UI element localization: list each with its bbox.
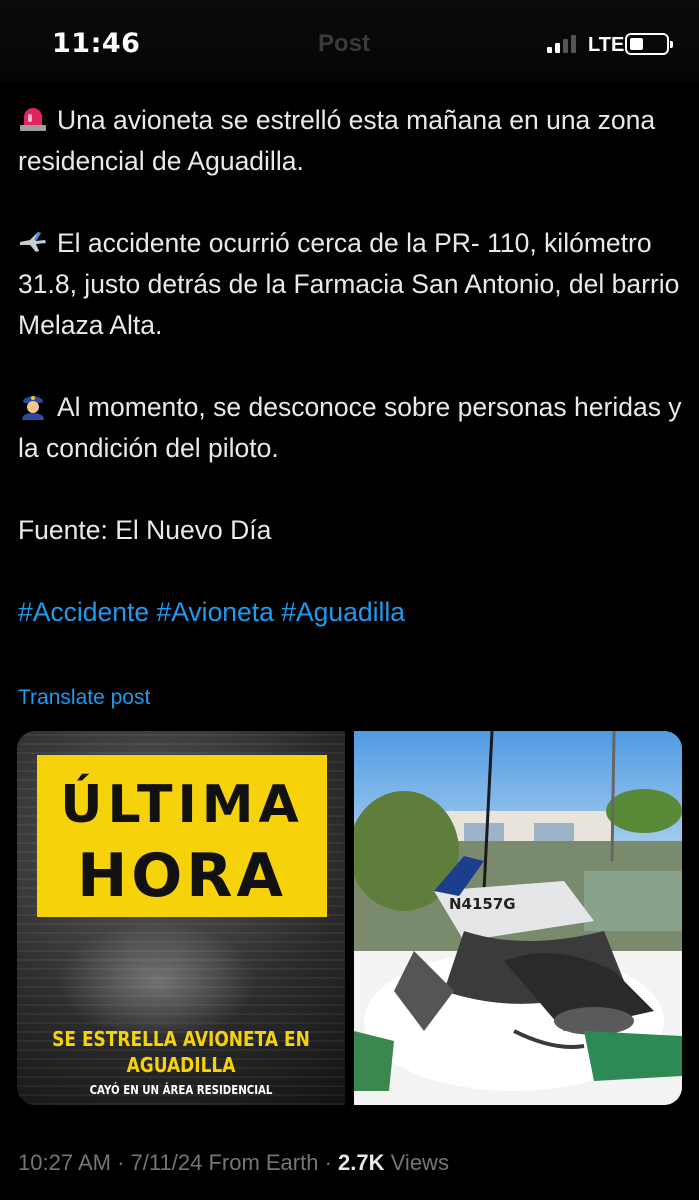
meta-separator: · [117,1150,125,1175]
post-paragraph: Una avioneta se estrelló esta mañana en … [18,100,683,182]
banner-line: HORA [77,841,287,911]
airplane-icon [20,232,46,252]
signal-icon [547,33,581,53]
image-headline: AGUADILLA [126,1053,236,1077]
hashtag-line: #Accidente #Avioneta #Aguadilla [18,592,683,633]
meta-separator: · [324,1150,332,1175]
image-subheadline: CAYÓ EN UN ÁREA RESIDENCIAL [89,1083,273,1097]
paragraph-text: Fuente: El Nuevo Día [18,515,272,545]
hashtag-link[interactable]: #Aguadilla [281,597,405,627]
battery-icon [625,33,673,55]
banner-line: ÚLTIMA [60,775,304,835]
breaking-news-image[interactable]: ÚLTIMA HORA SE ESTRELLA AVIONETA EN AGUA… [17,731,345,1105]
post-paragraph: Fuente: El Nuevo Día [18,510,683,551]
hashtag-link[interactable]: #Avioneta [157,597,274,627]
post-date: 7/11/24 [130,1150,203,1175]
views-count[interactable]: 2.7K [338,1150,384,1175]
status-bar: 11:46 Post LTE [0,0,699,82]
paragraph-text: Una avioneta se estrelló esta mañana en … [18,105,656,176]
translate-post-link[interactable]: Translate post [18,686,150,710]
paragraph-text: El accidente ocurrió cerca de la PR- 110… [18,228,680,340]
post-meta: 10:27 AM · 7/11/24 From Earth · 2.7K Vie… [18,1150,449,1176]
police-officer-icon [22,396,44,420]
post-paragraph: El accidente ocurrió cerca de la PR- 110… [18,223,683,346]
post-time: 10:27 AM [18,1150,111,1175]
views-label: Views [390,1150,449,1175]
crash-photo-illustration: N4157G [354,731,682,1105]
rotating-light-icon [20,108,46,131]
paragraph-text: Al momento, se desconoce sobre personas … [18,392,682,463]
post-body: Una avioneta se estrelló esta mañana en … [18,100,683,633]
status-time: 11:46 [52,28,141,59]
post-source: From Earth [208,1150,319,1175]
breaking-news-banner: ÚLTIMA HORA [37,755,327,917]
network-label: LTE [588,34,625,56]
media-gallery: ÚLTIMA HORA SE ESTRELLA AVIONETA EN AGUA… [17,731,682,1105]
hashtag-link[interactable]: #Accidente [18,597,149,627]
tail-number: N4157G [449,895,516,913]
image-headline: SE ESTRELLA AVIONETA EN [52,1027,310,1051]
crash-photo[interactable]: N4157G [354,731,682,1105]
header-title: Post [318,30,371,57]
post-paragraph: Al momento, se desconoce sobre personas … [18,387,683,469]
